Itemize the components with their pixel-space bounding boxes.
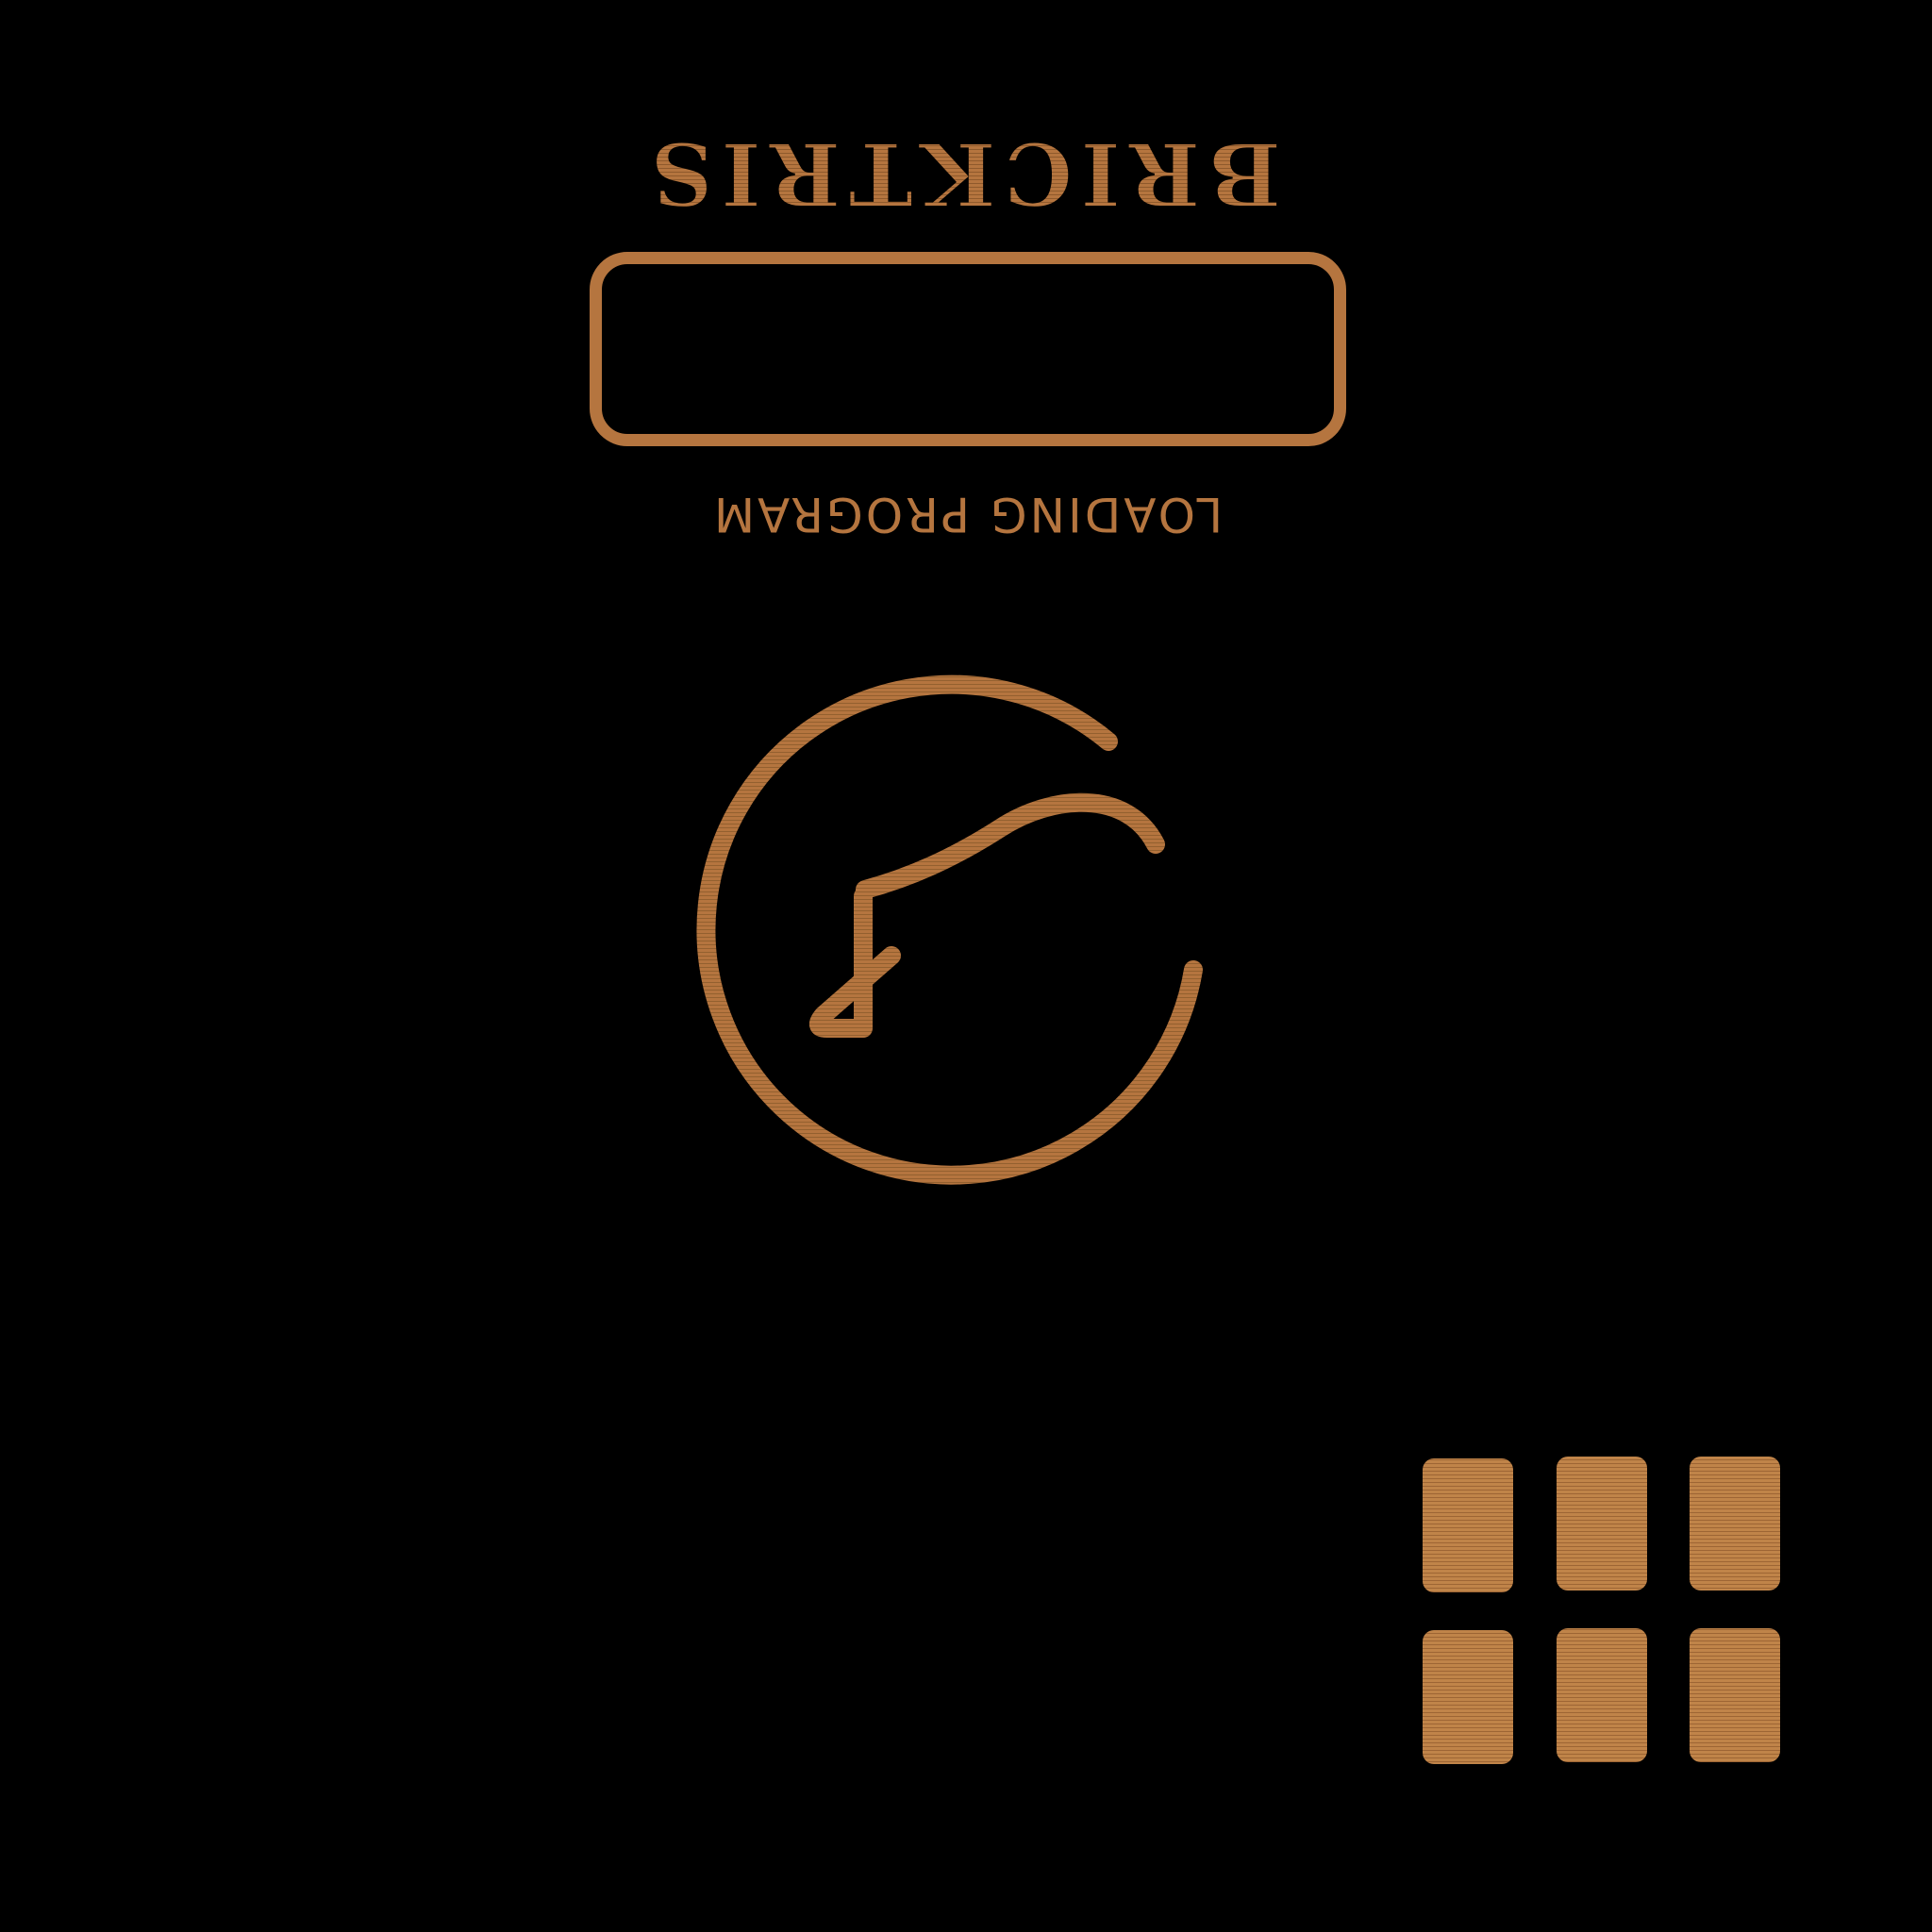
app-logo: BRICKTRIS bbox=[585, 123, 1340, 217]
menu-grid-icon[interactable] bbox=[1415, 1453, 1792, 1774]
spinner-icon bbox=[684, 670, 1250, 1208]
logo-text: BRICKTRIS bbox=[643, 123, 1282, 217]
progress-bar bbox=[590, 252, 1346, 446]
status-text: LOADING PROGRAM bbox=[711, 487, 1223, 541]
loading-screen: BRICKTRIS LOADING PROGRAM bbox=[0, 0, 1932, 1932]
status-label: LOADING PROGRAM bbox=[698, 481, 1236, 547]
